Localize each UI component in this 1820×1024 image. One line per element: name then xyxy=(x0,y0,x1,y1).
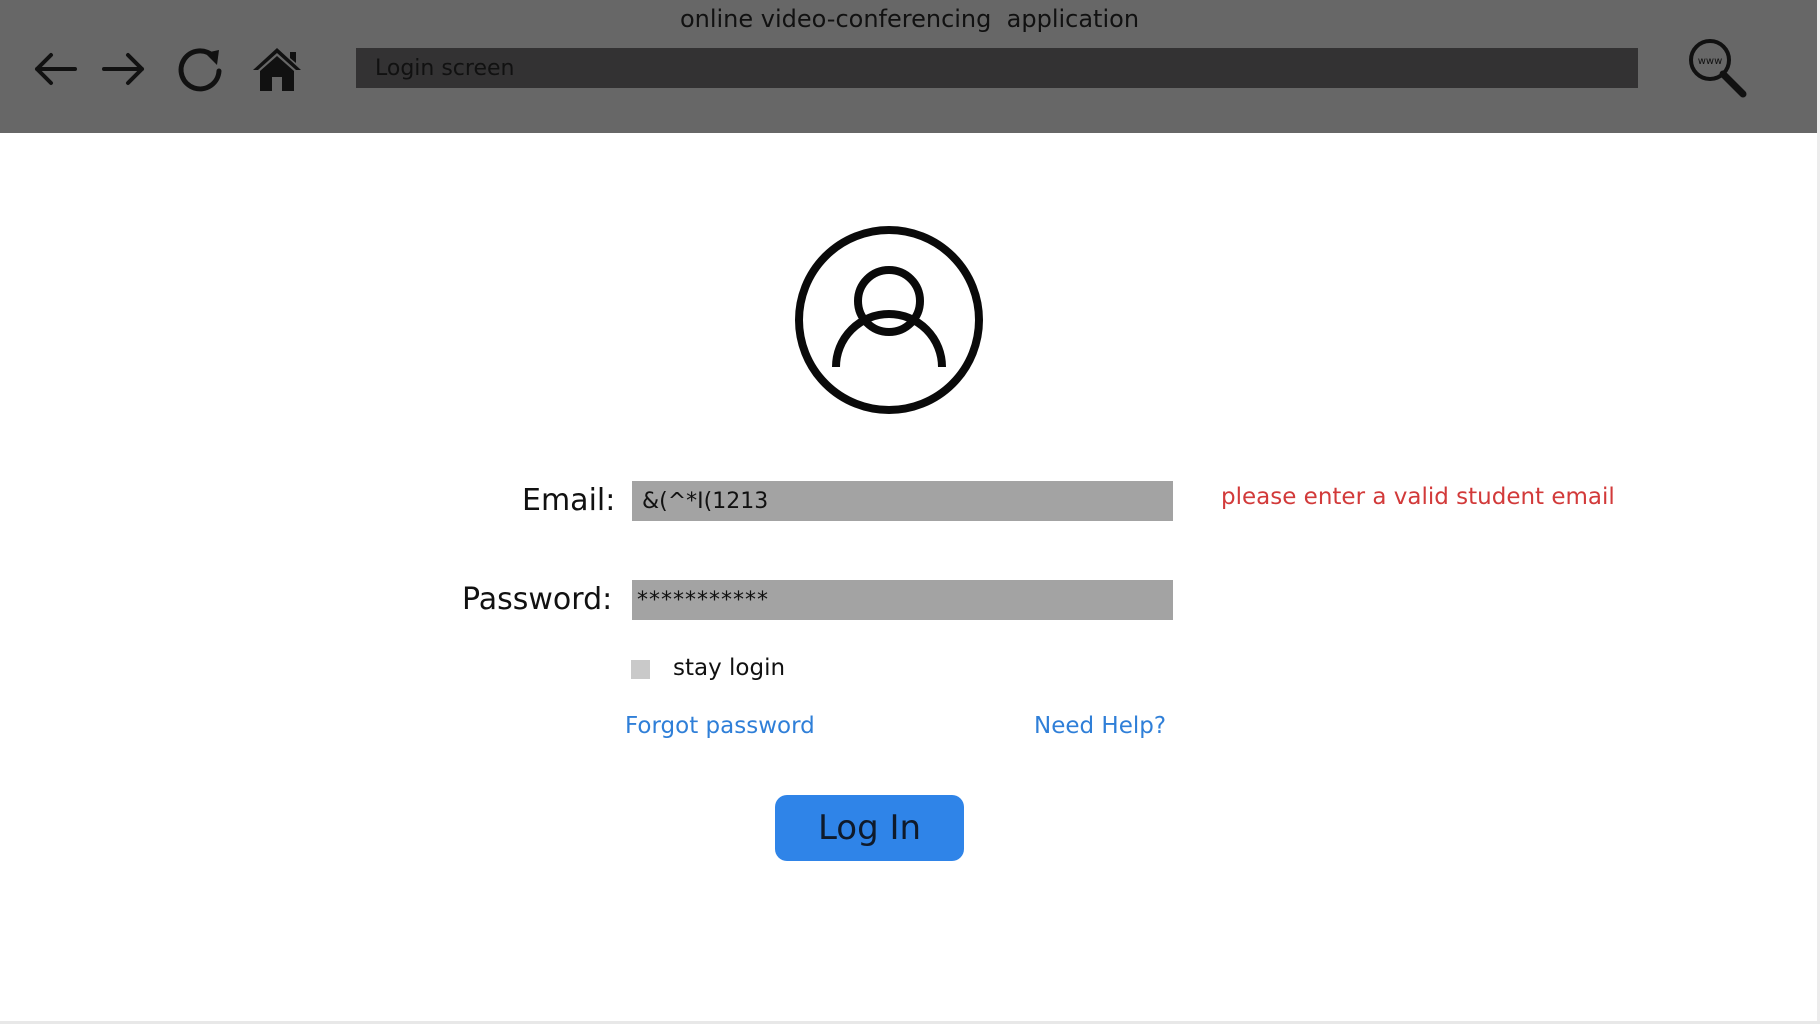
forgot-password-link[interactable]: Forgot password xyxy=(625,713,815,739)
www-label: www xyxy=(1698,56,1723,67)
need-help-link[interactable]: Need Help? xyxy=(1034,713,1166,739)
back-button[interactable] xyxy=(28,42,82,96)
password-label: Password: xyxy=(462,582,613,617)
forward-button[interactable] xyxy=(97,42,151,96)
stay-login-label[interactable]: stay login xyxy=(673,655,785,681)
email-label: Email: xyxy=(522,483,616,518)
arrow-left-icon xyxy=(35,53,77,85)
browser-toolbar: online video-conferencing application Lo… xyxy=(0,0,1819,133)
email-error-message: please enter a valid student email xyxy=(1221,484,1615,510)
stay-login-checkbox[interactable] xyxy=(631,660,650,679)
login-button-label: Log In xyxy=(817,808,922,848)
email-field[interactable]: &(^*I(1213 xyxy=(632,481,1173,521)
avatar xyxy=(793,224,985,416)
reload-icon xyxy=(178,48,222,92)
window-title: online video-conferencing application xyxy=(679,5,1140,33)
home-button[interactable] xyxy=(250,42,304,96)
web-search-button[interactable]: www xyxy=(1686,36,1748,98)
password-value: *********** xyxy=(637,587,769,613)
address-text: Login screen xyxy=(375,55,515,81)
user-circle-icon xyxy=(795,226,983,414)
arrow-right-icon xyxy=(102,53,144,85)
reload-button[interactable] xyxy=(174,42,228,96)
address-bar[interactable]: Login screen xyxy=(356,48,1638,88)
password-field[interactable]: *********** xyxy=(632,580,1173,620)
email-value: &(^*I(1213 xyxy=(642,488,769,514)
www-search-icon: www xyxy=(1689,39,1747,98)
login-button[interactable]: Log In xyxy=(775,795,964,861)
home-icon xyxy=(253,48,301,91)
